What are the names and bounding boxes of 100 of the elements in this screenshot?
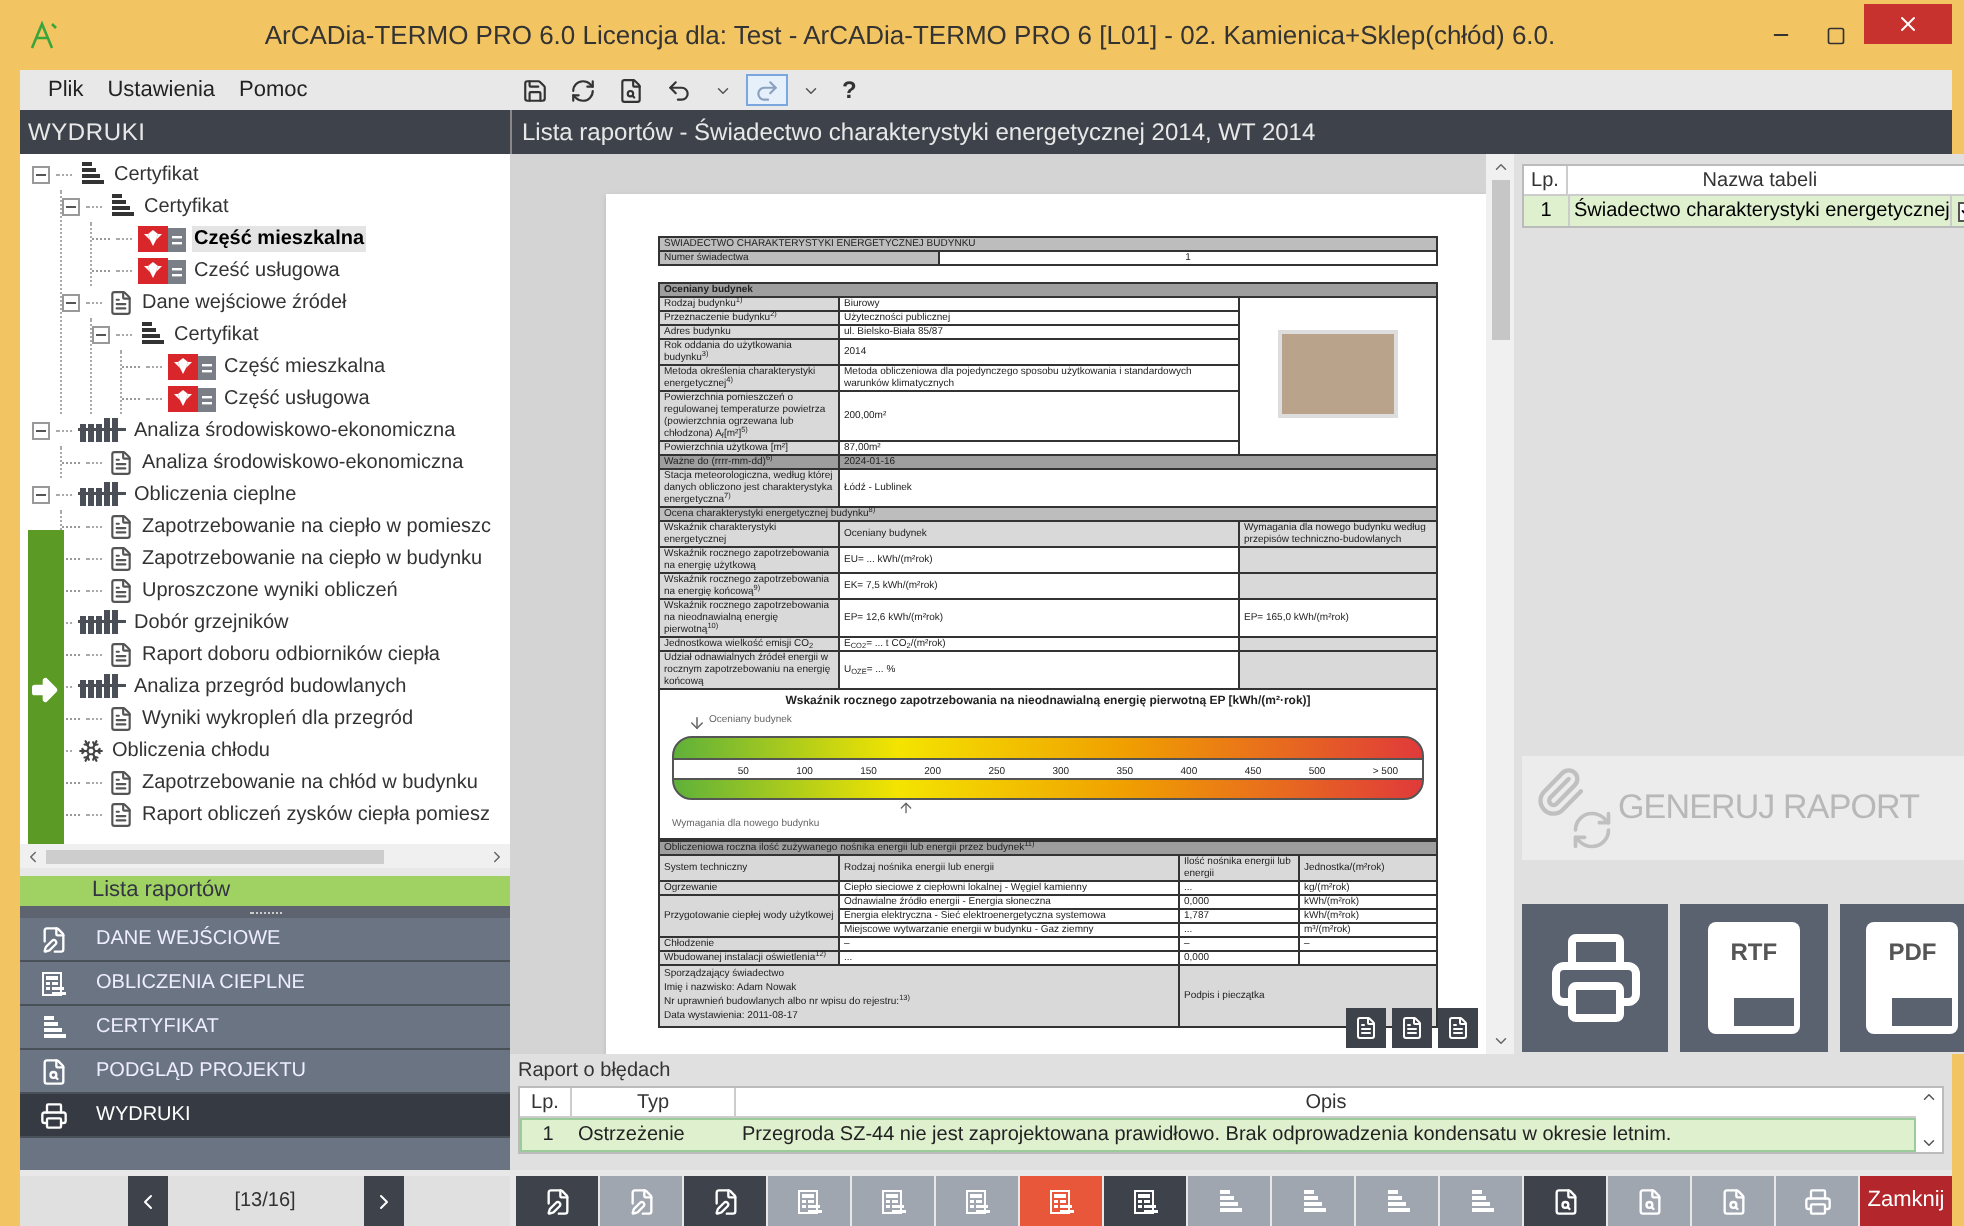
form-icon bbox=[1131, 1187, 1159, 1215]
scrollbar-thumb[interactable] bbox=[46, 849, 384, 863]
tree-item[interactable]: Dobór grzejników bbox=[132, 609, 291, 635]
emblem-icon bbox=[168, 385, 216, 411]
tree-item[interactable]: Raport obliczeń zysków ciepła pomiesz bbox=[140, 801, 492, 827]
tree-item[interactable]: Analiza środowiskowo-ekonomiczna bbox=[132, 417, 458, 443]
previous-button[interactable] bbox=[127, 1176, 167, 1226]
menu-item[interactable]: Ustawienia bbox=[107, 73, 216, 107]
help-button[interactable]: ? bbox=[842, 72, 857, 108]
save-icon[interactable] bbox=[522, 77, 548, 103]
tree-item[interactable]: Cześć usługowa bbox=[192, 257, 342, 283]
printer-icon bbox=[1547, 930, 1644, 1026]
document-edit-icon bbox=[711, 1187, 739, 1215]
refresh-icon bbox=[1570, 808, 1614, 852]
toolbar-button[interactable] bbox=[684, 1176, 766, 1226]
tree-item[interactable]: Uproszczone wyniki obliczeń bbox=[140, 577, 400, 603]
bars-icon bbox=[1299, 1187, 1327, 1215]
tree-item[interactable]: Część usługowa bbox=[222, 385, 372, 411]
scroll-right-icon[interactable] bbox=[488, 847, 506, 865]
nav-item[interactable]: PODGLĄD PROJEKTU bbox=[20, 1050, 510, 1094]
nav-item[interactable]: OBLICZENIA CIEPLNE bbox=[20, 962, 510, 1006]
active-section-bar[interactable]: Lista raportów bbox=[20, 876, 510, 906]
zoom-in-button[interactable] bbox=[1346, 1008, 1386, 1048]
tree-item[interactable]: Wyniki wykropleń dla przegród bbox=[140, 705, 416, 731]
document-edit-icon bbox=[543, 1187, 571, 1215]
nav-item[interactable]: WYDRUKI bbox=[20, 1094, 510, 1138]
collapse-icon[interactable] bbox=[32, 421, 50, 439]
scrollbar-thumb[interactable] bbox=[1491, 180, 1509, 340]
collapse-icon[interactable] bbox=[62, 197, 80, 215]
bars-icon bbox=[138, 320, 166, 348]
page-icon bbox=[1400, 1016, 1424, 1040]
scroll-up-icon[interactable] bbox=[1491, 158, 1509, 176]
close-icon bbox=[1896, 11, 1920, 35]
panel-header: Lista raportów - Świadectwo charakterystyki energetycznej 2014, WT 2014 bbox=[510, 110, 1952, 154]
page-icon bbox=[1354, 1016, 1378, 1040]
column-header: Opis bbox=[1303, 1090, 1349, 1116]
refresh-icon[interactable] bbox=[570, 77, 596, 103]
splitter-grip[interactable] bbox=[20, 906, 510, 918]
tree-item[interactable]: Obliczenia chłodu bbox=[110, 737, 272, 763]
tree-item[interactable]: Zapotrzebowanie na chłód w budynku bbox=[140, 769, 480, 795]
logo-icon bbox=[28, 19, 60, 51]
toolbar-button[interactable] bbox=[516, 1176, 598, 1226]
nav-item[interactable]: CERTYFIKAT bbox=[20, 1006, 510, 1050]
scroll-down-icon[interactable] bbox=[1920, 1134, 1938, 1152]
table-row[interactable]: 1 Świadectwo charakterystyki energetycznej bbox=[1524, 196, 1964, 226]
document-icon bbox=[108, 449, 134, 475]
tree-item[interactable]: Zapotrzebowanie na ciepło w pomieszc bbox=[140, 513, 494, 539]
tree-item[interactable]: Obliczenia cieplne bbox=[132, 481, 299, 507]
pdf-export-button[interactable]: PDF bbox=[1839, 904, 1964, 1052]
collapse-icon[interactable] bbox=[32, 485, 50, 503]
tree-item[interactable]: Zapotrzebowanie na ciepło w budynku bbox=[140, 545, 485, 571]
printer-icon bbox=[1803, 1187, 1831, 1215]
tree-item[interactable]: Analiza przegród budowlanych bbox=[132, 673, 409, 699]
vertical-scrollbar[interactable] bbox=[1486, 154, 1514, 1054]
document-icon bbox=[108, 801, 134, 827]
bars-icon bbox=[40, 1013, 68, 1041]
preview-icon[interactable] bbox=[618, 77, 644, 103]
tree-item[interactable]: Certyfikat bbox=[112, 161, 201, 187]
collapse-icon[interactable] bbox=[62, 293, 80, 311]
horizontal-scrollbar[interactable] bbox=[20, 844, 510, 868]
close-app-button[interactable]: Zamknij bbox=[1860, 1176, 1952, 1226]
tree-item[interactable]: Certyfikat bbox=[142, 193, 231, 219]
arrow-right-icon bbox=[28, 672, 60, 708]
next-button[interactable] bbox=[363, 1176, 403, 1226]
scroll-left-icon[interactable] bbox=[24, 847, 42, 865]
radiator-icon bbox=[78, 674, 126, 698]
fit-page-button[interactable] bbox=[1392, 1008, 1432, 1048]
undo-icon[interactable] bbox=[666, 77, 692, 103]
page-counter: [13/16] bbox=[232, 1188, 298, 1216]
column-header: Lp. bbox=[520, 1088, 572, 1116]
page-icon bbox=[1446, 1016, 1470, 1040]
tree-item[interactable]: Raport doboru odbiorników ciepła bbox=[140, 641, 442, 667]
zoom-out-button[interactable] bbox=[1438, 1008, 1478, 1048]
document-icon bbox=[108, 513, 134, 539]
radiator-icon bbox=[78, 482, 126, 506]
print-button[interactable] bbox=[1522, 904, 1669, 1052]
table-cell: Świadectwo charakterystyki energetycznej bbox=[1568, 196, 1952, 226]
preview-icon bbox=[1635, 1187, 1663, 1215]
scroll-up-icon[interactable] bbox=[1920, 1088, 1938, 1106]
tree-item[interactable]: Certyfikat bbox=[172, 321, 261, 347]
panel-header: WYDRUKI bbox=[20, 110, 510, 154]
collapse-icon[interactable] bbox=[92, 325, 110, 343]
tree-item[interactable]: Analiza środowiskowo-ekonomiczna bbox=[140, 449, 466, 475]
column-header: Typ bbox=[572, 1088, 736, 1116]
collapse-handle[interactable] bbox=[28, 530, 64, 844]
toolbar-button[interactable] bbox=[1104, 1176, 1186, 1226]
tree-item[interactable]: Część mieszkalna bbox=[222, 353, 388, 379]
rtf-export-button[interactable]: RTF bbox=[1680, 904, 1828, 1052]
document-icon bbox=[108, 705, 134, 731]
maximize-icon bbox=[1826, 25, 1846, 45]
scroll-down-icon[interactable] bbox=[1491, 1032, 1509, 1050]
toolbar-button[interactable] bbox=[1524, 1176, 1606, 1226]
menu-item[interactable]: Plik bbox=[48, 73, 84, 107]
form-icon bbox=[1047, 1187, 1075, 1215]
tree-item[interactable]: Dane wejściowe źródeł bbox=[140, 289, 349, 315]
menu-item[interactable]: Pomoc bbox=[239, 73, 308, 107]
tree-item[interactable]: Część mieszkalna bbox=[192, 225, 367, 251]
collapse-icon[interactable] bbox=[32, 165, 50, 183]
nav-item[interactable]: DANE WEJŚCIOWE bbox=[20, 918, 510, 962]
close-button[interactable] bbox=[1864, 3, 1952, 43]
